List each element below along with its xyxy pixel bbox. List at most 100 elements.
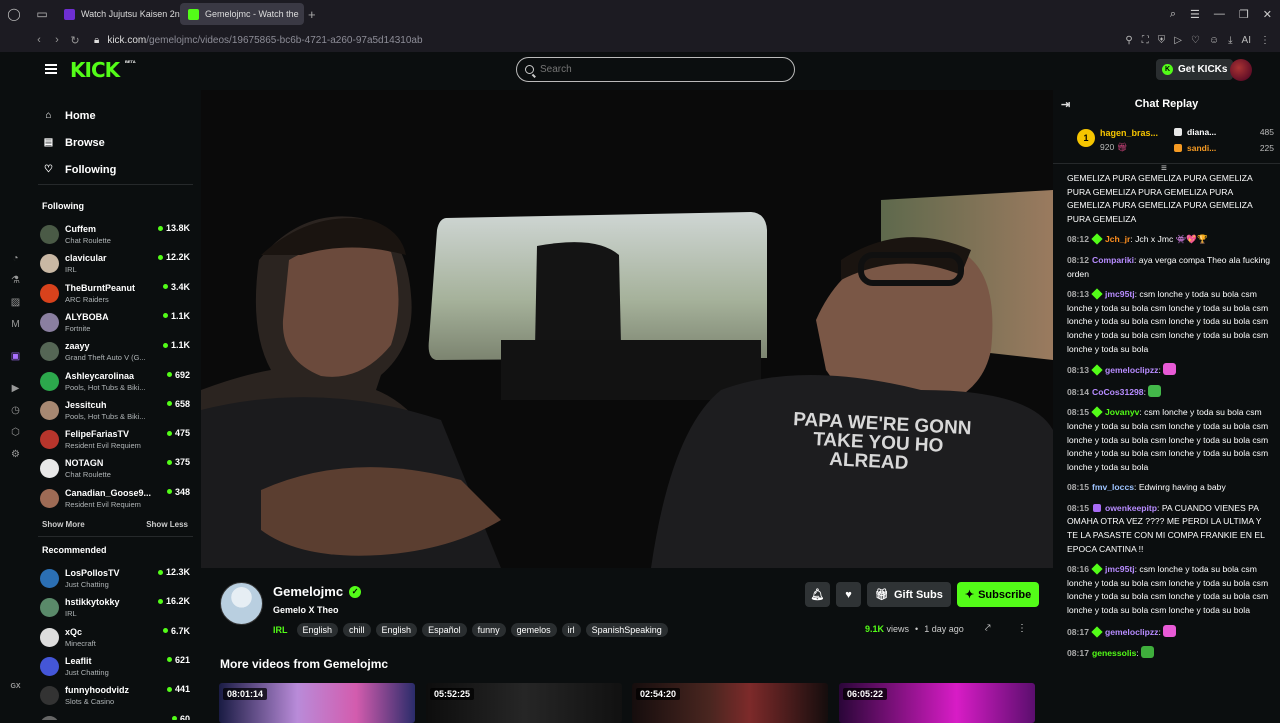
sidebar-channel-following[interactable]: NOTAGN Chat Roulette 375 [40, 454, 190, 483]
message-username[interactable]: gemeloclipzz [1105, 365, 1158, 375]
tag-pill[interactable]: gemelos [510, 623, 557, 637]
snapshot-icon[interactable]: ⛶ [1142, 35, 1149, 46]
category-link[interactable]: IRL [273, 625, 288, 635]
heart-icon[interactable]: ♡ [1191, 35, 1200, 46]
message-username[interactable]: owenkeepitp [1105, 503, 1157, 513]
shield-icon[interactable]: ⛨ [1158, 35, 1166, 46]
message-username[interactable]: genessolis [1092, 648, 1136, 658]
close-window-icon[interactable]: ✕ [1263, 8, 1272, 21]
message-username[interactable]: CoCos31298 [1092, 387, 1144, 397]
messenger-icon[interactable]: M [9, 318, 22, 331]
gift-subs-button[interactable]: 🎁︎ Gift Subs [867, 582, 951, 607]
forward-icon[interactable]: › [48, 34, 66, 46]
video-thumbnail[interactable]: 06:05:22 [839, 683, 1035, 723]
nav-browse[interactable]: ▤ Browse [30, 129, 200, 156]
history-icon[interactable]: ◷ [9, 404, 22, 417]
tag-pill[interactable]: English [375, 623, 418, 637]
sidebar-channel-recommended[interactable]: xQc Minecraft 6.7K [40, 623, 190, 652]
sidebar-channel-following[interactable]: ALYBOBA Fortnite 1.1K [40, 308, 190, 337]
player-sidebar-icon[interactable]: ▶ [9, 382, 22, 395]
video-thumbnail[interactable]: 05:52:25 [426, 683, 622, 723]
channel-avatar [40, 254, 59, 274]
menu-dots-icon[interactable]: ⋮ [1260, 35, 1270, 46]
sidebar-channel-following[interactable]: Cuffem Chat Roulette 13.8K [40, 220, 190, 249]
sidebar-channel-following[interactable]: clavicular IRL 12.2K [40, 249, 190, 278]
search-input[interactable] [540, 64, 770, 75]
sidebar-channel-following[interactable]: Canadian_Goose9... Resident Evil Requiem 3… [40, 484, 190, 513]
collapse-chat-icon[interactable]: ⇥ [1061, 98, 1070, 111]
sidebar-channel-recommended[interactable]: hstikkytokky IRL 16.2K [40, 593, 190, 622]
reload-icon[interactable]: ↻ [66, 34, 84, 47]
sub-badge-icon [1091, 288, 1103, 300]
top-gifter-name[interactable]: hagen_bras... [1100, 128, 1158, 138]
opera-menu-icon[interactable]: ◯ [0, 0, 28, 28]
subscribe-button[interactable]: ✦ Subscribe [956, 582, 1040, 607]
tab-gemelojmc[interactable]: Gemelojmc - Watch the [180, 3, 304, 25]
player-icon[interactable]: ▷ [1174, 35, 1182, 46]
notification-button[interactable]: 🔔︎ [805, 582, 830, 607]
video-thumbnail[interactable]: 02:54:20 [632, 683, 828, 723]
tag-pill[interactable]: funny [471, 623, 506, 637]
tag-pill[interactable]: chill [343, 623, 371, 637]
bookmark-icon[interactable]: ⚲ [1125, 35, 1132, 46]
sidebar-channel-following[interactable]: zaayy Grand Theft Auto V (G... 1.1K [40, 337, 190, 366]
message-username[interactable]: gemeloclipzz [1105, 627, 1158, 637]
streamer-avatar[interactable] [220, 582, 263, 625]
sidebar-channel-following[interactable]: FelipeFariasTV Resident Evil Requiem 475 [40, 425, 190, 454]
gx-cleaner-icon[interactable]: ▨ [9, 296, 22, 309]
nav-home[interactable]: ⌂ Home [30, 102, 200, 129]
ai-icon[interactable]: AI [1242, 35, 1251, 46]
hamburger-menu-icon[interactable] [45, 64, 57, 74]
profile-icon[interactable]: ☺ [1209, 35, 1219, 46]
gifter-row[interactable]: diana... 485 [1174, 127, 1274, 137]
speed-dial-icon[interactable]: ◔ [9, 252, 22, 265]
tag-pill[interactable]: SpanishSpeaking [585, 623, 668, 637]
sidebar-channel-following[interactable]: Jessitcuh Pools, Hot Tubs & Biki... 658 [40, 396, 190, 425]
new-tab-icon[interactable]: + [308, 7, 316, 22]
video-thumbnail[interactable]: 08:01:14 [219, 683, 415, 723]
show-less-link[interactable]: Show Less [146, 520, 188, 529]
streamer-name[interactable]: Gemelojmc [273, 584, 343, 599]
easy-setup-icon[interactable]: ☰ [1190, 8, 1200, 21]
tab-jujutsu[interactable]: Watch Jujutsu Kaisen 2nd [56, 3, 180, 25]
message-username[interactable]: Jch_jr [1105, 234, 1130, 244]
workspaces-icon[interactable]: ▭ [28, 0, 56, 28]
tag-pill[interactable]: irl [561, 623, 581, 637]
sidebar-channel-following[interactable]: Ashleycarolinaa Pools, Hot Tubs & Biki...… [40, 367, 190, 396]
gifter-row[interactable]: sandi... 225 [1174, 143, 1274, 153]
nav-following[interactable]: ♡ Following [30, 156, 200, 183]
follow-button[interactable]: ♥ [836, 582, 861, 607]
sidebar-channel-following[interactable]: TheBurntPeanut ARC Raiders 3.4K [40, 279, 190, 308]
channel-category: Minecraft [65, 638, 96, 648]
gift-subs-label: Gift Subs [893, 588, 943, 601]
twitch-icon[interactable]: ▣ [9, 350, 22, 363]
message-username[interactable]: Compariki [1092, 255, 1134, 265]
extensions-icon[interactable]: ⬡ [9, 426, 22, 439]
show-more-link[interactable]: Show More [42, 520, 85, 529]
message-username[interactable]: Jovanyv [1105, 407, 1139, 417]
share-icon[interactable]: ⤤ [985, 623, 991, 634]
sidebar-channel-recommended[interactable]: LosPollosTV Just Chatting 12.3K [40, 564, 190, 593]
tag-pill[interactable]: English [296, 623, 339, 637]
back-icon[interactable]: ‹ [30, 34, 48, 46]
search-tabs-icon[interactable]: ⌕ [1170, 8, 1176, 21]
gx-control-icon[interactable]: ⚗ [9, 274, 22, 287]
sidebar-channel-recommended[interactable]: Leaflit Just Chatting 621 [40, 652, 190, 681]
sidebar-channel-recommended[interactable]: Cosmote0660 [40, 711, 190, 720]
message-username[interactable]: jmc95tj [1105, 564, 1135, 574]
message-username[interactable]: fmv_loccs [1092, 482, 1134, 492]
sidebar-channel-recommended[interactable]: funnyhoodvidz Slots & Casino 441 [40, 681, 190, 710]
kick-logo[interactable]: KICK [70, 58, 120, 82]
tag-pill[interactable]: Español [422, 623, 467, 637]
message-username[interactable]: jmc95tj [1105, 289, 1135, 299]
settings-icon[interactable]: ⚙ [9, 448, 22, 461]
minimize-icon[interactable]: — [1214, 8, 1225, 20]
url-field[interactable]: 🔒︎ kick.com/gemelojmc/videos/19675865-bc… [94, 35, 423, 46]
more-options-icon[interactable]: ⋮ [1017, 623, 1027, 634]
download-icon[interactable]: ⤓ [1228, 35, 1232, 46]
restore-icon[interactable]: ❐ [1239, 8, 1249, 21]
get-kicks-button[interactable]: K Get KICKs [1156, 59, 1234, 80]
search-bar[interactable] [516, 57, 795, 82]
user-avatar[interactable] [1230, 59, 1252, 81]
video-player[interactable]: PAPA WE'RE GONN TAKE YOU HO ALREAD [201, 90, 1053, 568]
